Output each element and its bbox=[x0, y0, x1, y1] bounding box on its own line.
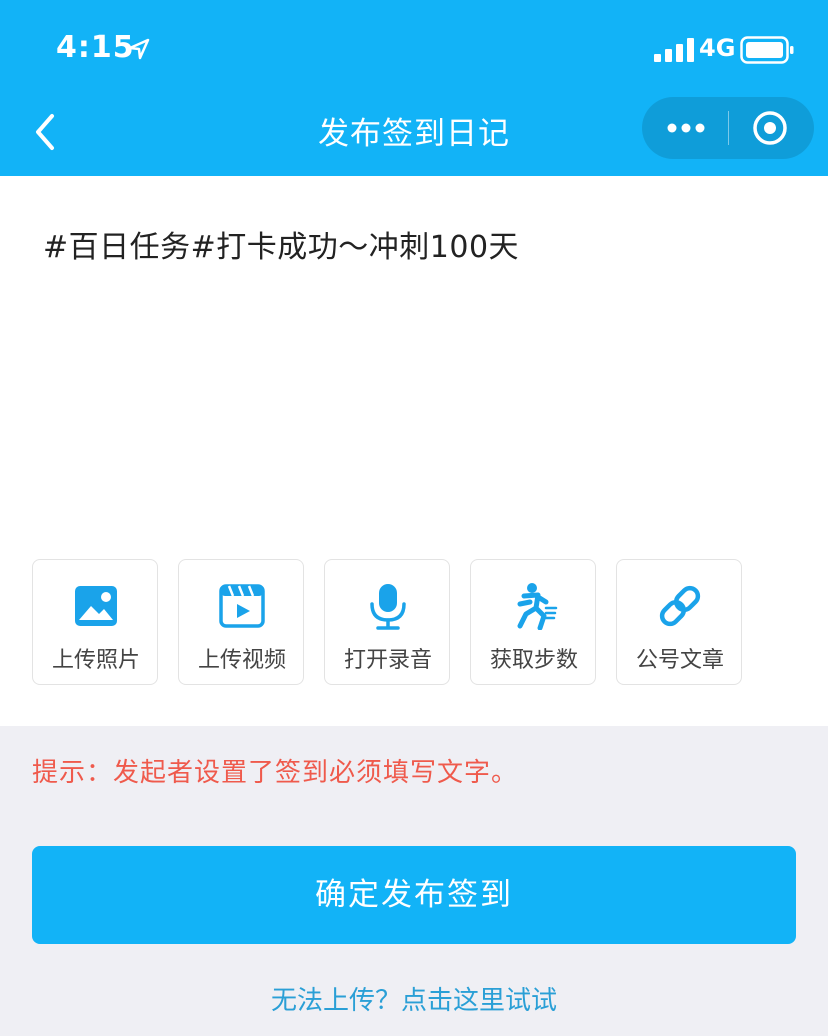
link-icon bbox=[659, 585, 701, 627]
open-recording-button[interactable]: 打开录音 bbox=[324, 559, 450, 685]
microphone-icon bbox=[370, 584, 406, 630]
more-icon[interactable] bbox=[664, 113, 708, 143]
network-type: 4G bbox=[699, 34, 736, 62]
get-steps-button[interactable]: 获取步数 bbox=[470, 559, 596, 685]
mini-program-capsule bbox=[642, 97, 814, 159]
upload-photo-button[interactable]: 上传照片 bbox=[32, 559, 158, 685]
battery-icon bbox=[740, 36, 794, 64]
confirm-publish-button[interactable]: 确定发布签到 bbox=[32, 846, 796, 944]
upload-video-button[interactable]: 上传视频 bbox=[178, 559, 304, 685]
upload-video-label: 上传视频 bbox=[197, 648, 286, 673]
open-recording-label: 打开录音 bbox=[343, 648, 432, 673]
video-icon bbox=[219, 584, 265, 628]
capsule-divider bbox=[728, 111, 729, 145]
signal-icon bbox=[654, 38, 694, 62]
status-time: 4:15 bbox=[56, 30, 135, 65]
official-article-button[interactable]: 公号文章 bbox=[616, 559, 742, 685]
diary-editor: #百日任务#打卡成功～冲刺100天 上传照片 上传视频 打开录音 获取步数 公号… bbox=[0, 176, 828, 726]
upload-photo-label: 上传照片 bbox=[51, 648, 140, 673]
diary-text-input[interactable]: #百日任务#打卡成功～冲刺100天 bbox=[43, 222, 519, 266]
location-arrow-icon bbox=[128, 38, 150, 60]
close-target-icon[interactable] bbox=[750, 108, 790, 148]
hint-message: 提示：发起者设置了签到必须填写文字。 bbox=[32, 758, 519, 788]
image-icon bbox=[75, 586, 117, 626]
official-article-label: 公号文章 bbox=[635, 648, 724, 673]
header-bar: 4:15 4G 发布签到日记 bbox=[0, 0, 828, 176]
get-steps-label: 获取步数 bbox=[489, 648, 578, 673]
running-icon bbox=[517, 583, 558, 630]
upload-help-link[interactable]: 无法上传？点击这里试试 bbox=[0, 980, 828, 1017]
